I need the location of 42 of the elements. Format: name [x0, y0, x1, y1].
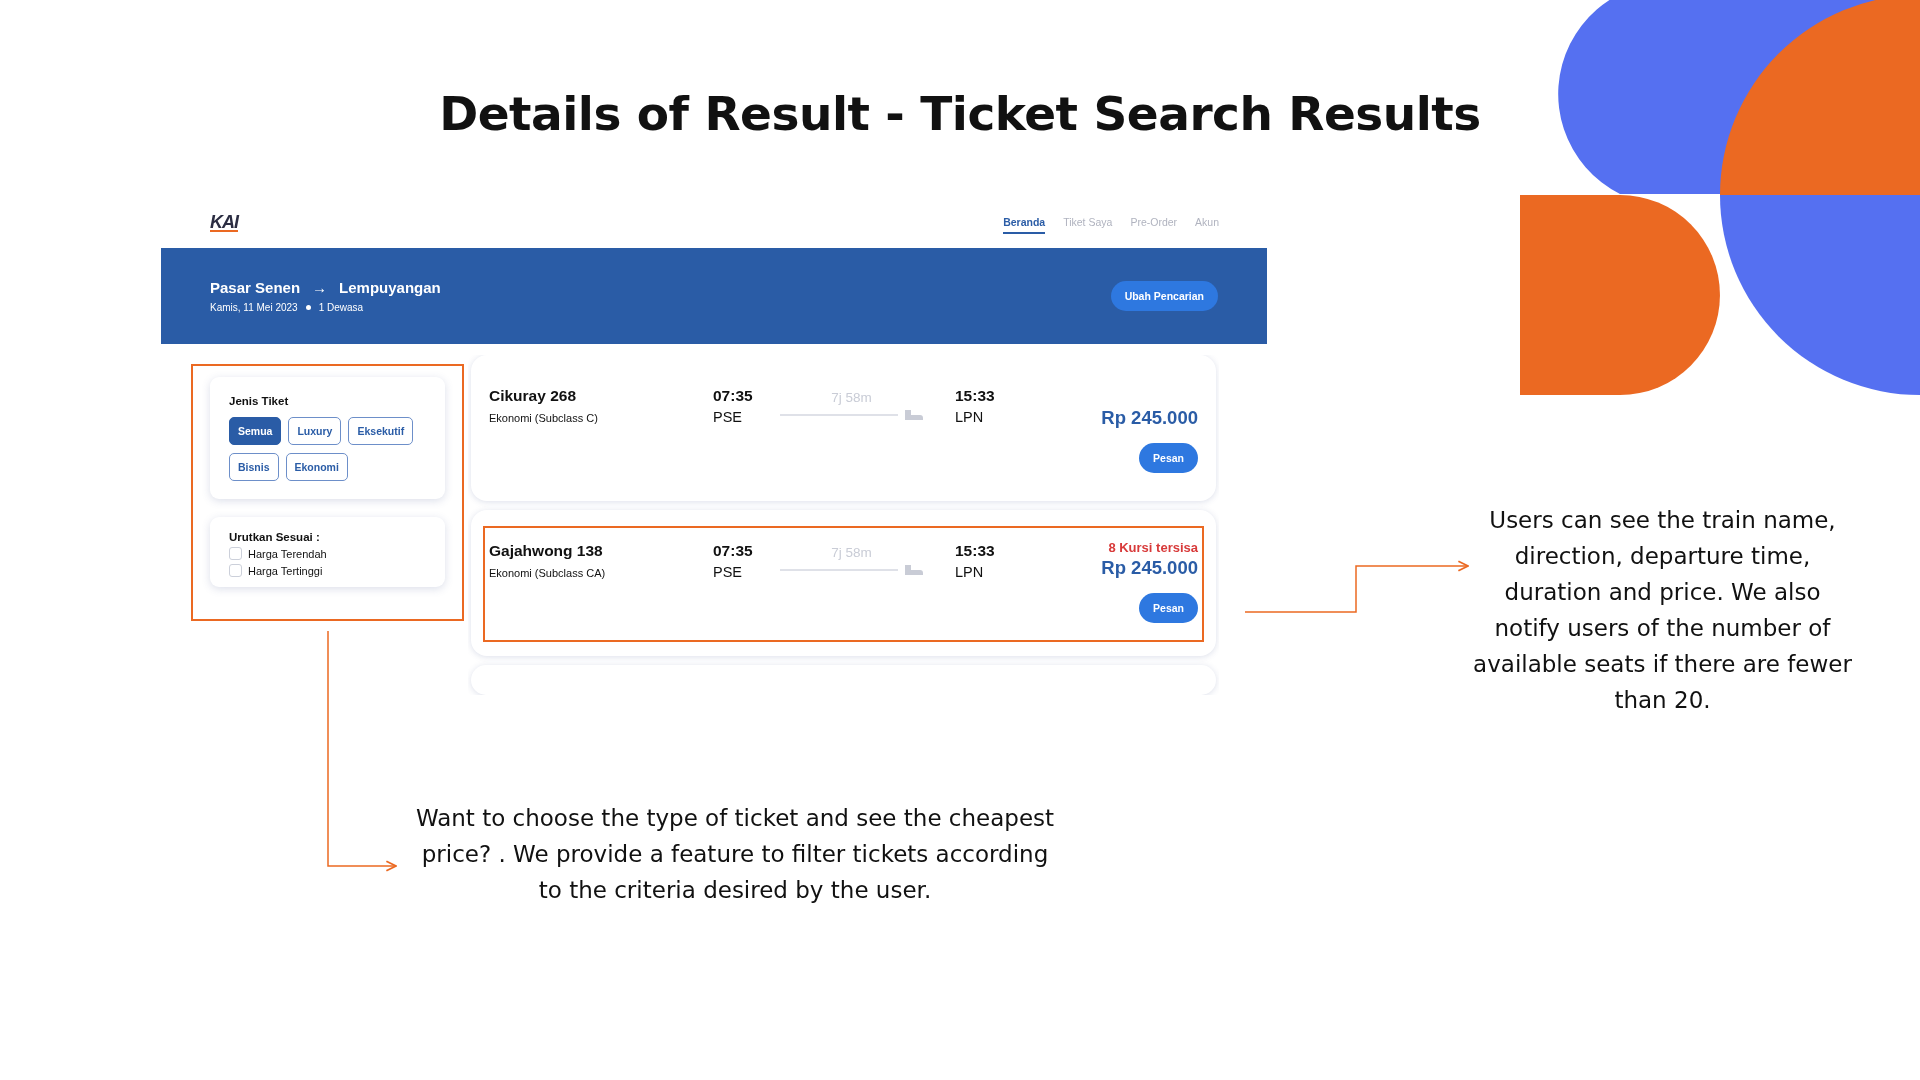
- slide-title: Details of Result - Ticket Search Results: [438, 85, 1482, 143]
- ticket-type-chip[interactable]: Semua: [229, 417, 282, 445]
- departure-time: 07:35: [713, 387, 754, 405]
- ticket-type-chip[interactable]: Luxury: [288, 417, 342, 445]
- passenger-count: 1 Dewasa: [318, 302, 364, 313]
- arrival-station: LPN: [955, 564, 985, 580]
- train-name: Gajahwong 138: [489, 542, 604, 560]
- annotation-text: Want to choose the type of ticket and see the cheapest price? . We provide a feature to filter tickets according to the criteria desired by the user.: [414, 804, 1056, 905]
- nav-tab[interactable]: Beranda: [1003, 211, 1046, 234]
- checkbox[interactable]: [229, 547, 242, 560]
- arrival-time: 15:33: [955, 387, 996, 405]
- ticket-price: Rp 245.000: [1101, 407, 1198, 429]
- checkbox[interactable]: [229, 564, 242, 577]
- train-class: Ekonomi (Subclass C): [489, 412, 599, 424]
- train-icon: [904, 409, 924, 421]
- departure-time: 07:35: [713, 542, 754, 560]
- logo: KAI: [210, 213, 238, 232]
- train-icon: [904, 564, 924, 576]
- sort-title: Urutkan Sesuai :: [229, 531, 321, 543]
- book-button[interactable]: Pesan: [1139, 443, 1198, 473]
- origin-station: Pasar Senen: [210, 279, 301, 296]
- train-name: Cikuray 268: [489, 387, 578, 405]
- travel-date: Kamis, 11 Mei 2023: [210, 302, 298, 313]
- seats-left: 8 Kursi tersisa: [1108, 540, 1198, 555]
- ticket-type-chip[interactable]: Eksekutif: [348, 417, 414, 445]
- change-search-button[interactable]: Ubah Pencarian: [1110, 281, 1218, 311]
- filter-title: Jenis Tiket: [229, 395, 290, 407]
- train-class: Ekonomi (Subclass CA): [489, 567, 607, 579]
- book-button[interactable]: Pesan: [1139, 593, 1198, 623]
- dot-icon: [305, 305, 311, 310]
- ticket-type-chip[interactable]: Ekonomi: [285, 453, 348, 481]
- annotation-text: Users can see the train name, direction, departure time, duration and price. We also notify users of the number of available seats if there are fewer than 20.: [1472, 506, 1853, 715]
- sort-option-label: Harga Tertinggi: [248, 564, 323, 577]
- arrow-icon: →: [312, 279, 328, 296]
- ticket-type-chip[interactable]: Bisnis: [229, 453, 279, 481]
- departure-station: PSE: [713, 564, 743, 580]
- ticket-price: Rp 245.000: [1101, 557, 1198, 579]
- arrival-time: 15:33: [955, 542, 996, 560]
- destination-station: Lempuyangan: [339, 279, 441, 296]
- departure-station: PSE: [713, 409, 743, 425]
- arrival-station: LPN: [955, 409, 985, 425]
- sort-option-label: Harga Terendah: [248, 547, 327, 560]
